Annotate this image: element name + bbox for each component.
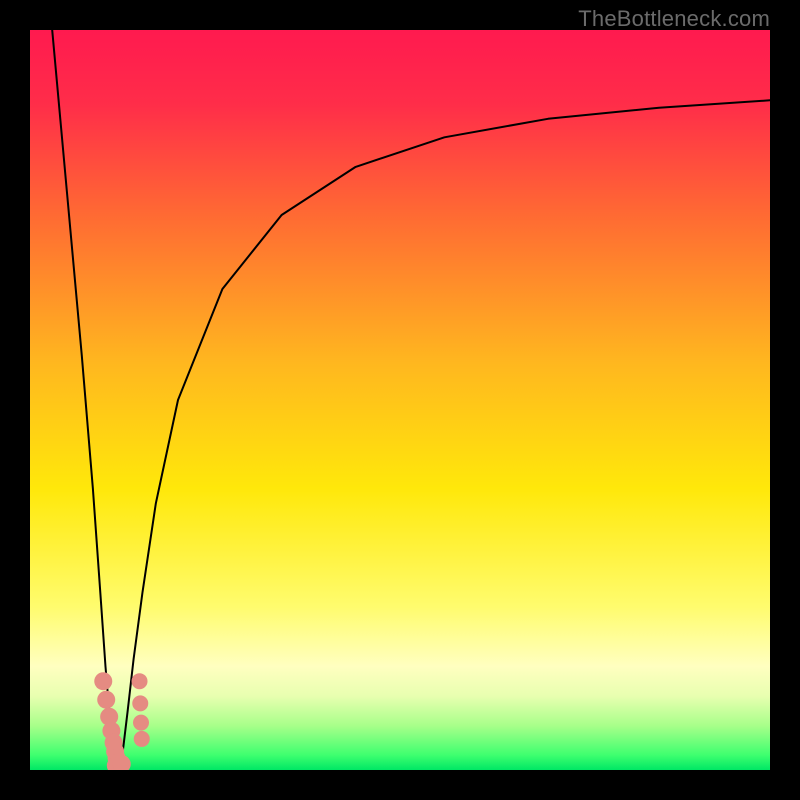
plot-area [30, 30, 770, 770]
chart-curves [30, 30, 770, 770]
data-point [132, 673, 148, 689]
chart-frame: TheBottleneck.com [0, 0, 800, 800]
data-point [94, 672, 112, 690]
watermark-label: TheBottleneck.com [578, 6, 770, 32]
curve-right-branch [120, 100, 770, 764]
data-point [133, 715, 149, 731]
data-point [134, 731, 150, 747]
data-point [97, 691, 115, 709]
data-point [132, 695, 148, 711]
curve-left-branch [52, 30, 116, 764]
